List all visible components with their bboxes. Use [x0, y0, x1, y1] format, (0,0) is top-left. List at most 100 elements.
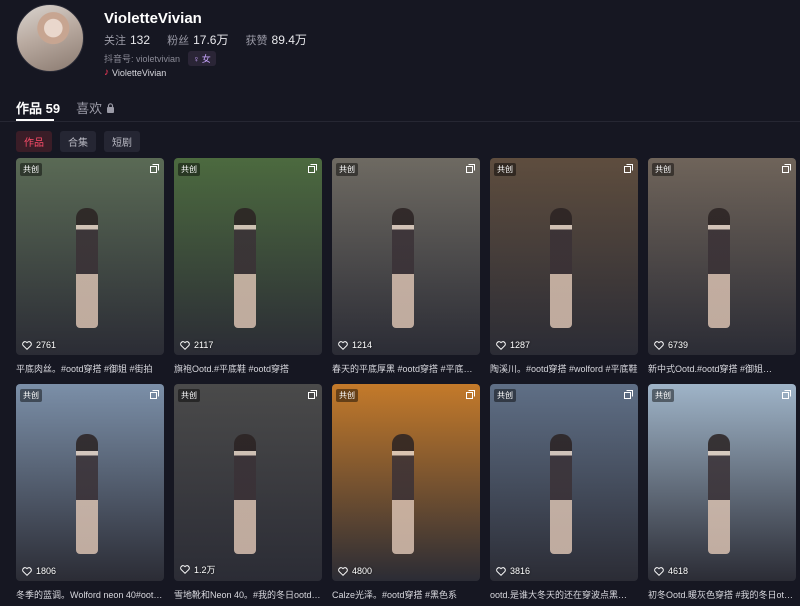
multi-image-icon: [150, 164, 159, 173]
post-likes: 2761: [22, 340, 56, 350]
tab-works-label: 作品 59: [16, 101, 61, 116]
post-thumbnail[interactable]: 共创 4800: [332, 384, 480, 581]
post-caption[interactable]: 雪地靴和Neon 40。#我的冬日ootd…: [174, 588, 322, 601]
post-photo: [234, 208, 256, 328]
followers-count[interactable]: 17.6万: [193, 33, 228, 47]
collab-badge: 共创: [20, 389, 42, 402]
post-thumbnail[interactable]: 共创 3816: [490, 384, 638, 581]
post-caption[interactable]: 新中式Ootd.#ootd穿搭 #御姐…: [648, 362, 796, 375]
post-like-count: 2761: [36, 340, 57, 350]
post-thumbnail[interactable]: 共创 2117: [174, 158, 322, 355]
post-caption[interactable]: 陶溪川。#ootd穿搭 #wolford #平底鞋: [490, 362, 638, 375]
post-caption[interactable]: 旗袍Ootd.#平底鞋 #ootd穿搭: [174, 362, 322, 375]
post-thumbnail[interactable]: 共创 4618: [648, 384, 796, 581]
post-likes: 1287: [496, 340, 530, 350]
post-caption[interactable]: ootd.是谁大冬天的还在穿波点黑…: [490, 588, 638, 601]
post-card[interactable]: 共创 3816 ootd.是谁大冬天的还在穿波点黑…: [490, 384, 638, 601]
post-thumbnail[interactable]: 共创 1.2万: [174, 384, 322, 581]
multi-image-icon: [782, 390, 791, 399]
likes-count: 89.4万: [271, 33, 307, 47]
post-likes: 1806: [22, 566, 56, 576]
tab-likes[interactable]: 喜欢: [76, 98, 115, 117]
post-card[interactable]: 共创 6739 新中式Ootd.#ootd穿搭 #御姐…: [648, 158, 796, 375]
post-like-count: 1806: [36, 566, 57, 576]
post-like-count: 4800: [352, 566, 373, 576]
post-card[interactable]: 共创 2761 平底肉丝。#ootd穿搭 #御姐 #街拍: [16, 158, 164, 375]
subtab-short-drama[interactable]: 短剧: [104, 131, 140, 152]
following-label: 关注: [104, 35, 126, 47]
post-thumbnail[interactable]: 共创 2761: [16, 158, 164, 355]
subtabs: 作品 合集 短剧: [16, 131, 140, 152]
heart-icon: [654, 566, 664, 576]
post-photo: [234, 434, 256, 554]
multi-image-icon: [624, 390, 633, 399]
heart-icon: [496, 340, 506, 350]
post-card[interactable]: 共创 1806 冬季的蓝调。Wolford neon 40#oot…: [16, 384, 164, 601]
multi-image-icon: [308, 390, 317, 399]
post-like-count: 2117: [194, 340, 214, 350]
post-caption[interactable]: 初冬Ootd.暖灰色穿搭 #我的冬日ot…: [648, 588, 796, 601]
post-caption[interactable]: 春天的平底厚黑 #ootd穿搭 #平底鞋 …: [332, 362, 480, 375]
tab-likes-label: 喜欢: [76, 101, 103, 116]
post-like-count: 3816: [510, 566, 531, 576]
collab-badge: 共创: [336, 163, 358, 176]
heart-icon: [22, 566, 32, 576]
post-photo: [550, 208, 572, 328]
toutiao-icon: ♪: [104, 67, 109, 78]
tabs-divider: [0, 121, 800, 122]
heart-icon: [180, 565, 190, 574]
likes-label: 获赞: [245, 35, 268, 47]
post-thumbnail[interactable]: 共创 1806: [16, 384, 164, 581]
post-like-count: 1287: [510, 340, 531, 350]
collab-badge: 共创: [652, 163, 674, 176]
heart-icon: [496, 566, 506, 576]
multi-image-icon: [150, 390, 159, 399]
post-card[interactable]: 共创 1.2万雪地靴和Neon 40。#我的冬日ootd…: [174, 384, 322, 601]
following-count[interactable]: 132: [130, 33, 150, 47]
profile-stats: 关注 132 粉丝 17.6万 获赞 89.4万: [104, 31, 321, 48]
post-likes: 1214: [338, 340, 372, 350]
post-card[interactable]: 共创 4800 Calze光泽。#ootd穿搭 #黑色系: [332, 384, 480, 601]
collab-badge: 共创: [652, 389, 674, 402]
post-caption[interactable]: 平底肉丝。#ootd穿搭 #御姐 #街拍: [16, 362, 164, 375]
subtab-works[interactable]: 作品: [16, 131, 52, 152]
multi-image-icon: [782, 164, 791, 173]
linked-account-label: VioletteVivian: [112, 67, 167, 78]
collab-badge: 共创: [494, 163, 516, 176]
heart-icon: [654, 340, 664, 350]
post-card[interactable]: 共创 2117 旗袍Ootd.#平底鞋 #ootd穿搭: [174, 158, 322, 375]
subtab-collections[interactable]: 合集: [60, 131, 96, 152]
post-likes: 1.2万: [180, 563, 216, 576]
post-photo: [76, 208, 98, 328]
collab-badge: 共创: [178, 163, 200, 176]
heart-icon: [338, 566, 348, 576]
post-likes: 3816: [496, 566, 530, 576]
multi-image-icon: [624, 164, 633, 173]
followers-label: 粉丝: [167, 35, 190, 47]
heart-icon: [22, 340, 32, 350]
post-card[interactable]: 共创 1214 春天的平底厚黑 #ootd穿搭 #平底鞋 …: [332, 158, 480, 375]
post-thumbnail[interactable]: 共创 1287: [490, 158, 638, 355]
post-caption[interactable]: Calze光泽。#ootd穿搭 #黑色系: [332, 588, 480, 601]
tab-works[interactable]: 作品 59: [16, 98, 60, 117]
post-card[interactable]: 共创 4618 初冬Ootd.暖灰色穿搭 #我的冬日ot…: [648, 384, 796, 601]
content-tabs: 作品 59 喜欢: [16, 98, 115, 117]
multi-image-icon: [466, 164, 475, 173]
linked-account[interactable]: ♪ VioletteVivian: [104, 67, 166, 78]
avatar[interactable]: [16, 4, 84, 72]
female-icon: ♀: [193, 53, 200, 64]
heart-icon: [180, 340, 190, 350]
post-caption[interactable]: 冬季的蓝调。Wolford neon 40#oot…: [16, 588, 164, 601]
post-likes: 4618: [654, 566, 688, 576]
post-thumbnail[interactable]: 共创 6739: [648, 158, 796, 355]
post-card[interactable]: 共创 1287 陶溪川。#ootd穿搭 #wolford #平底鞋: [490, 158, 638, 375]
post-photo: [708, 434, 730, 554]
collab-badge: 共创: [494, 389, 516, 402]
douyin-id: 抖音号: violetvivian: [104, 54, 181, 64]
lock-icon: [107, 102, 115, 113]
post-like-count: 4618: [668, 566, 689, 576]
post-likes: 6739: [654, 340, 688, 350]
post-likes: 4800: [338, 566, 372, 576]
post-thumbnail[interactable]: 共创 1214: [332, 158, 480, 355]
post-like-count: 1.2万: [194, 565, 216, 575]
